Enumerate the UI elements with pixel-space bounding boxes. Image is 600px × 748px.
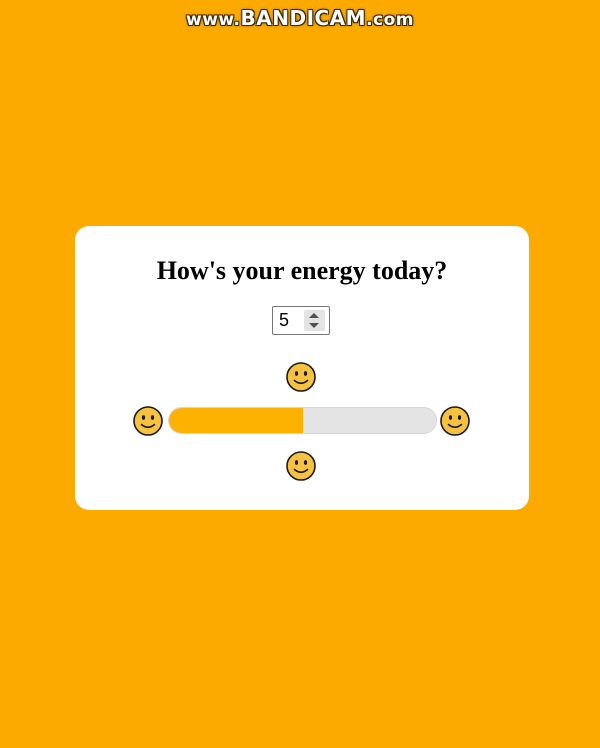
page-title: How's your energy today? xyxy=(156,256,448,285)
energy-progress-bar xyxy=(168,407,437,434)
energy-input-value: 5 xyxy=(279,310,290,330)
smiley-face-icon xyxy=(133,406,163,436)
watermark-prefix: www. xyxy=(186,10,241,30)
bandicam-watermark: www.BANDICAM.com xyxy=(0,6,600,30)
energy-progress-fill xyxy=(169,408,303,433)
energy-number-input[interactable]: 5 xyxy=(272,306,330,335)
watermark-brand: BANDICAM xyxy=(240,6,367,30)
watermark-suffix: .com xyxy=(366,10,414,30)
number-spinner[interactable] xyxy=(304,310,325,331)
spin-down-icon[interactable] xyxy=(309,323,319,328)
energy-card: How's your energy today? 5 xyxy=(75,226,529,510)
smiley-face-icon xyxy=(286,362,316,392)
smiley-face-icon xyxy=(286,451,316,481)
spin-up-icon[interactable] xyxy=(309,313,319,318)
smiley-face-icon xyxy=(440,406,470,436)
